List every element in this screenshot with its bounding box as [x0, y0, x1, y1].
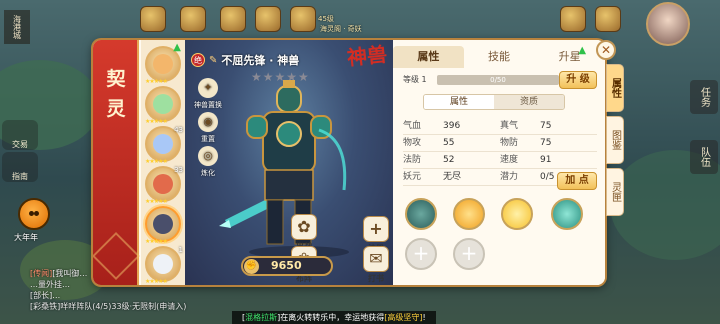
empty-skill-slot-plus-icon[interactable]: +	[453, 238, 485, 270]
add-points-button[interactable]: 加 点	[557, 172, 597, 190]
book-icon: ✉	[363, 246, 389, 272]
right-side-tabs: 属性 图鉴 灵匣	[606, 64, 624, 220]
pet-portrait	[153, 174, 173, 194]
activity-icon[interactable]	[290, 6, 316, 32]
map-name-label[interactable]: 海港城	[4, 10, 30, 44]
trade-button[interactable]: 交易	[2, 120, 38, 150]
stat-hp: 气血 396	[403, 121, 461, 131]
reset-icon: ◉	[198, 112, 218, 132]
info-tabs: 属性 技能 ▲ 升星	[393, 45, 605, 68]
level-up-button[interactable]: 升 级	[559, 71, 597, 89]
pet-name-row: 绝 ✎ 不屈先锋 · 神兽	[191, 52, 299, 68]
top-note: 海灵阁 · 奇妖	[320, 25, 362, 33]
knot-ornament-icon	[93, 231, 141, 281]
chat-line: [彩桑铁]咩咩阵队(4/5)33级·无限制(申请入)	[30, 302, 187, 311]
menu-icon[interactable]	[560, 6, 586, 32]
exp-text: 0/50	[490, 75, 506, 84]
tab-attributes[interactable]: 属性	[393, 46, 464, 68]
pet-portrait	[153, 214, 173, 234]
system-marquee: [混格拉斯]在离火转转乐中，幸运地获得[高级坚守]!	[232, 311, 436, 324]
tab-skills[interactable]: 技能	[464, 46, 535, 68]
activity-icon[interactable]	[220, 6, 246, 32]
skill-icon[interactable]	[501, 198, 533, 230]
pet-slot[interactable]: 1 ★★★★★	[145, 246, 183, 285]
stat-mp: 真气 75	[500, 121, 552, 131]
panel-title: 契灵	[106, 68, 126, 120]
pet-stars: ★★★★★	[145, 238, 168, 245]
tab-star-up[interactable]: ▲ 升星	[534, 45, 605, 68]
guide-button[interactable]: 指南	[2, 152, 38, 182]
pet-stars: ★★★★★	[145, 118, 168, 125]
pumpkin-event-icon[interactable]	[18, 198, 50, 230]
subtab-aptitude[interactable]: 资质	[494, 95, 564, 109]
pet-stage: 绝 ✎ 不屈先锋 · 神兽 ★★★★★ 神兽 ✦ 神兽置换 ◉ 重置 ◎ 炼化	[185, 40, 393, 285]
level-row: 等级 1 0/50	[403, 74, 559, 85]
activity-icon[interactable]	[255, 6, 281, 32]
pet-portrait	[153, 134, 173, 154]
stat-row: 气血 396 真气 75	[403, 118, 597, 135]
activity-icon[interactable]	[180, 6, 206, 32]
empty-skill-slot-plus-icon[interactable]: +	[405, 238, 437, 270]
upgrade-arrow-icon: ▲	[173, 42, 181, 53]
pet-slot[interactable]: 33 ★★★★★	[145, 166, 183, 205]
team-tab[interactable]: 队伍	[690, 140, 718, 174]
pet-portrait	[153, 254, 173, 274]
skill-icon[interactable]	[551, 198, 583, 230]
pet-slot-selected[interactable]: ★★★★★	[145, 206, 181, 245]
pet-portrait	[153, 54, 173, 74]
attribute-subtabs: 属性 资质	[423, 94, 565, 110]
fist-icon: ✊	[244, 259, 259, 274]
rename-icon[interactable]: ✎	[209, 55, 217, 66]
pet-panel: 契灵 ▲ ★★★★★ ★★★★★ 43 ★★★★★ 33 ★★★★★ ★★★★★	[93, 40, 605, 285]
stat-row: 物攻 55 物防 75	[403, 135, 597, 152]
pet-slot[interactable]: ★★★★★	[145, 86, 181, 125]
pet-list[interactable]: ▲ ★★★★★ ★★★★★ 43 ★★★★★ 33 ★★★★★ ★★★★★ 1 …	[141, 40, 185, 285]
skill-icon[interactable]	[405, 198, 437, 230]
subtab-attributes[interactable]: 属性	[424, 95, 494, 109]
stat-phys-def: 物防 75	[500, 138, 552, 148]
deploy-icon: ✿	[291, 214, 317, 240]
event-label: 大年年	[14, 233, 38, 242]
pet-level: 1	[178, 246, 183, 254]
upgrade-arrow-icon: ▲	[578, 45, 587, 56]
side-tab-spirit-box[interactable]: 灵匣	[606, 168, 624, 216]
pet-stars: ★★★★★	[145, 158, 168, 165]
task-tab[interactable]: 任务	[690, 80, 718, 114]
pet-stars: ★★★★★	[145, 278, 168, 285]
activity-icon[interactable]	[140, 6, 166, 32]
close-icon[interactable]: ✕	[596, 40, 616, 60]
info-panel: 属性 技能 ▲ 升星 等级 1 0/50 升 级 属性 资质 气血 396 真气 75…	[393, 40, 605, 285]
pet-level: 43	[174, 126, 183, 134]
panel-banner: 契灵	[93, 40, 141, 285]
stat-spirit: 妖元 无尽	[403, 172, 462, 182]
exp-bar: 0/50	[437, 74, 559, 85]
pet-rank-badge: 绝	[191, 53, 205, 67]
swap-icon: ✦	[198, 78, 218, 98]
chat-line: [部长]…	[30, 291, 61, 300]
side-tab-attributes[interactable]: 属性	[606, 64, 624, 112]
skill-icon[interactable]	[453, 198, 485, 230]
stat-mag-def: 法防 52	[403, 155, 455, 165]
menu-icon[interactable]	[595, 6, 621, 32]
plus-icon: +	[363, 216, 389, 242]
skill-book-button[interactable]: ✉ 打书	[361, 246, 391, 284]
combat-power: ✊ 9650	[241, 256, 333, 276]
stat-speed: 速度 91	[500, 155, 552, 165]
stat-phys-atk: 物攻 55	[403, 138, 455, 148]
refine-icon: ◎	[198, 146, 218, 166]
pet-slot[interactable]: ▲ ★★★★★	[145, 42, 181, 85]
pet-stars: ★★★★★	[145, 78, 168, 85]
player-avatar[interactable]	[646, 2, 690, 46]
top-note: 45级	[318, 15, 334, 23]
pet-portrait	[153, 94, 173, 114]
divine-beast-mark: 神兽	[345, 41, 389, 71]
side-tab-codex[interactable]: 图鉴	[606, 116, 624, 164]
pet-level: 33	[174, 166, 183, 174]
stat-row: 法防 52 速度 91	[403, 152, 597, 169]
pet-stars: ★★★★★	[145, 198, 168, 205]
level-label: 等级 1	[403, 75, 427, 84]
pet-slot[interactable]: 43 ★★★★★	[145, 126, 183, 165]
pet-name: 不屈先锋 · 神兽	[221, 54, 300, 67]
